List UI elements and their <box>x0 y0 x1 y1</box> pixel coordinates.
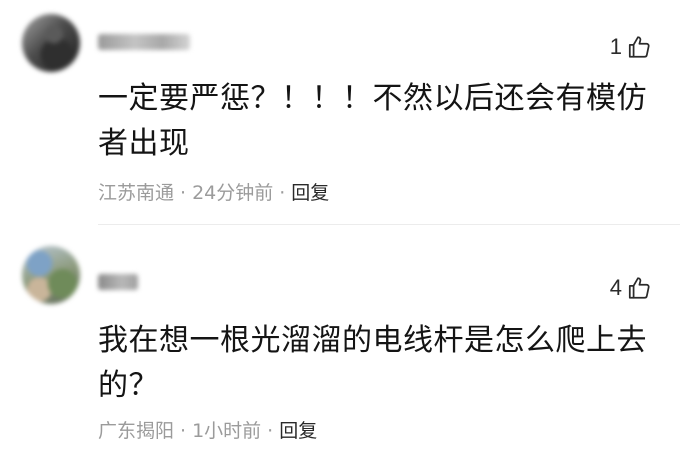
username-blurred[interactable] <box>98 34 190 50</box>
comment-meta: 广东揭阳 · 1小时前 · 回复 <box>98 418 317 444</box>
separator-dot: · <box>180 420 187 442</box>
like-count: 1 <box>609 34 622 59</box>
avatar[interactable] <box>22 246 80 304</box>
separator-dot: · <box>279 182 286 204</box>
location: 广东揭阳 <box>98 420 175 442</box>
comment-text: 一定要严惩？！！！不然以后还会有模仿者出现 <box>98 81 647 161</box>
timestamp: 1小时前 <box>192 420 262 442</box>
thumbs-up-icon <box>626 34 652 60</box>
comment-item: 1 一定要严惩？！！！不然以后还会有模仿者出现 江苏南通 · 24分钟前 · 回复 <box>0 0 680 225</box>
reply-button[interactable]: 回复 <box>291 182 329 204</box>
like-count: 4 <box>609 275 622 300</box>
like-button[interactable]: 4 <box>610 273 652 303</box>
username-blurred[interactable] <box>98 274 138 290</box>
comment-item: 4 我在想一根光溜溜的电线杆是怎么爬上去的？ 广东揭阳 · 1小时前 · 回复 <box>0 226 680 450</box>
thumbs-up-icon <box>626 275 652 301</box>
location: 江苏南通 <box>98 182 175 204</box>
avatar[interactable] <box>22 14 80 72</box>
like-button[interactable]: 1 <box>610 32 652 62</box>
comment-meta: 江苏南通 · 24分钟前 · 回复 <box>98 180 329 206</box>
comment-text: 我在想一根光溜溜的电线杆是怎么爬上去的？ <box>98 323 647 403</box>
separator-dot: · <box>267 420 274 442</box>
timestamp: 24分钟前 <box>192 182 274 204</box>
divider <box>98 224 680 225</box>
reply-button[interactable]: 回复 <box>279 420 317 442</box>
separator-dot: · <box>180 182 187 204</box>
